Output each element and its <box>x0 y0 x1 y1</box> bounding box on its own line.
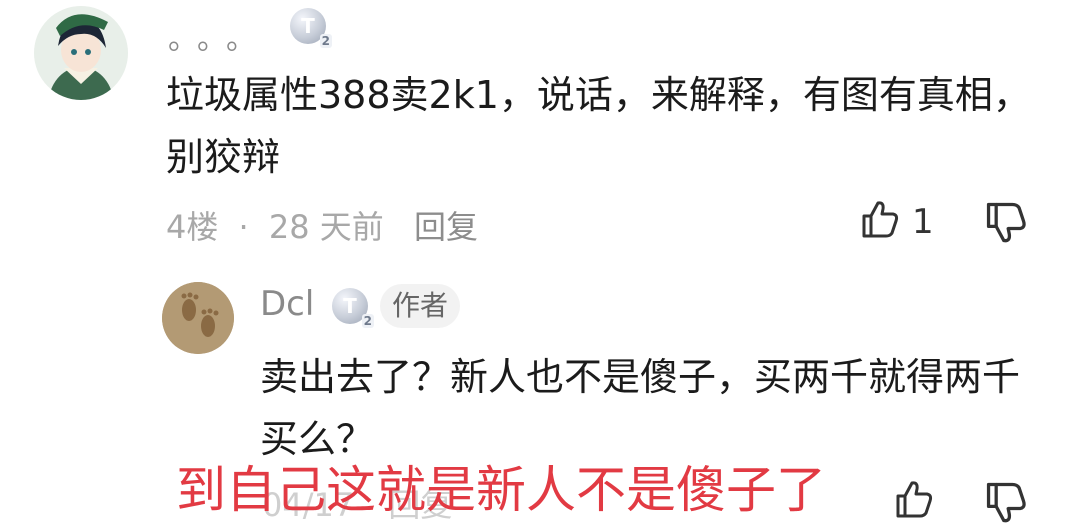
overlay-caption: 到自己这就是新人不是傻子了 <box>176 461 826 519</box>
reply-level-badge-letter: T <box>343 294 357 318</box>
author-tag: 作者 <box>380 284 461 328</box>
meta-separator: · <box>238 208 249 246</box>
comment-meta: 4楼 · 28 天前 回复 <box>166 202 478 248</box>
reply-level-badge-icon: T 2 <box>332 288 374 328</box>
reply-username[interactable]: Dcl <box>260 284 314 324</box>
reply-thumbs-up-icon <box>892 481 936 526</box>
like-button[interactable]: 1 <box>858 198 934 246</box>
level-badge-number: 2 <box>319 34 332 48</box>
level-badge-letter: T <box>301 14 315 38</box>
thumbs-up-icon <box>858 198 902 246</box>
commenter-username[interactable]: 。。。 <box>168 14 270 58</box>
floor-number: 4楼 <box>166 208 219 246</box>
comment-text: 垃圾属性388卖2k1，说话，来解释，有图有真相，别狡辩 <box>166 73 1031 179</box>
comment-time: 28 天前 <box>268 208 384 246</box>
like-count: 1 <box>912 202 934 242</box>
reply-avatar[interactable] <box>162 282 234 354</box>
reply-like-button[interactable] <box>892 478 936 526</box>
reply-level-badge-number: 2 <box>361 314 374 328</box>
commenter-avatar[interactable] <box>34 6 128 100</box>
reply-dislike-button[interactable] <box>982 478 1030 530</box>
thumbs-down-icon <box>982 202 1030 250</box>
reply-thumbs-down-icon <box>982 482 1030 530</box>
level-badge-icon: T 2 <box>290 8 332 48</box>
reply-button[interactable]: 回复 <box>414 208 478 246</box>
dislike-button[interactable] <box>982 198 1030 250</box>
